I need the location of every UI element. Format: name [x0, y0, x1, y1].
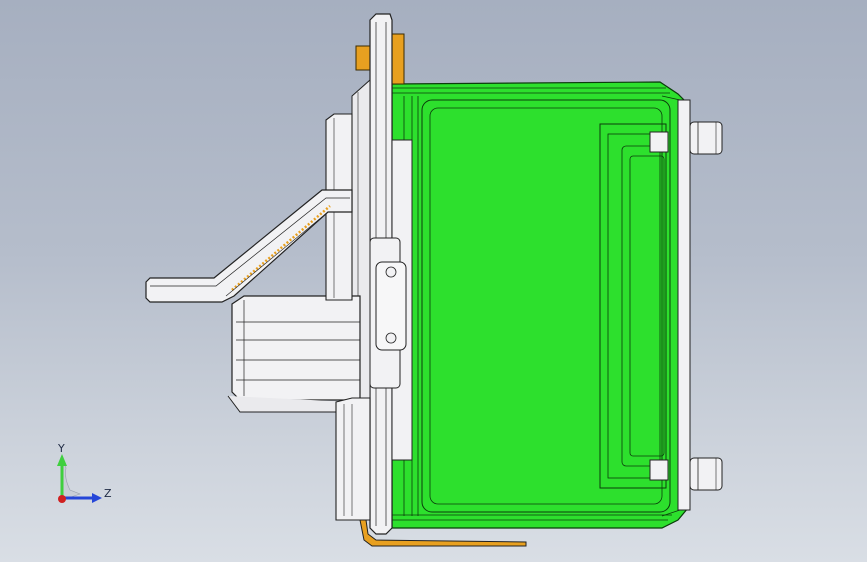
cad-viewport[interactable]: Y Z [0, 0, 867, 562]
y-axis-arrowhead [57, 454, 67, 466]
green-housing[interactable] [391, 81, 689, 529]
angled-arm[interactable] [145, 189, 353, 303]
motor-body[interactable] [227, 295, 361, 413]
axis-origin [58, 495, 66, 503]
y-axis-label: Y [57, 442, 65, 455]
axis-triad: Y Z [57, 442, 112, 503]
assembly-model[interactable]: Y Z [0, 0, 867, 562]
z-axis-label: Z [104, 487, 112, 500]
lower-bracket[interactable] [335, 397, 371, 521]
stud-bottom[interactable] [689, 457, 723, 491]
stud-top[interactable] [689, 121, 723, 155]
z-axis-arrowhead [92, 493, 102, 503]
